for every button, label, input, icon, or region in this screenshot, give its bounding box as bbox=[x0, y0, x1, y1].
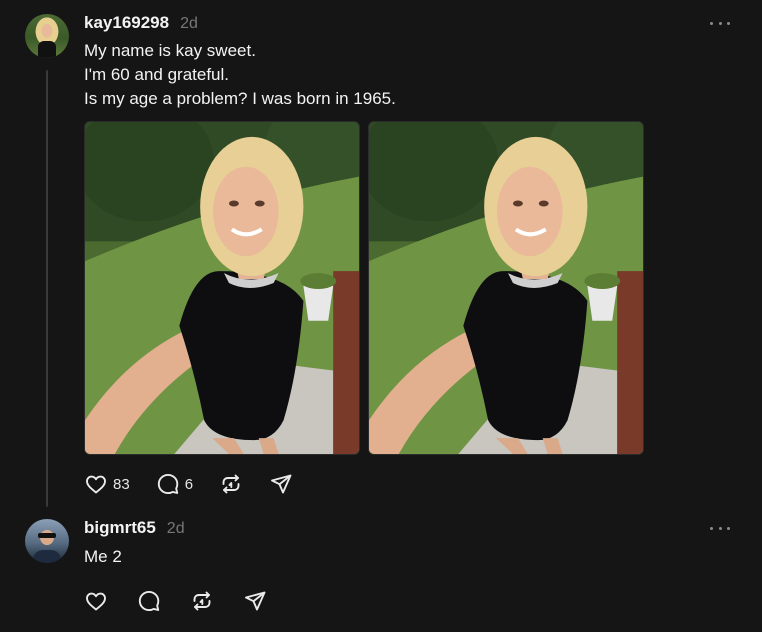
action-bar: 83 6 bbox=[84, 472, 319, 496]
like-button[interactable] bbox=[84, 589, 108, 613]
timestamp: 2d bbox=[166, 520, 185, 537]
more-icon[interactable] bbox=[710, 525, 730, 531]
thread-line bbox=[46, 70, 48, 507]
like-button[interactable]: 83 bbox=[84, 472, 130, 496]
post-photo[interactable] bbox=[84, 121, 360, 455]
post-header: bigmrt65 2d bbox=[84, 518, 185, 538]
username[interactable]: kay169298 bbox=[84, 13, 169, 33]
post-text-line: I'm 60 and grateful. bbox=[84, 65, 229, 84]
timestamp: 2d bbox=[180, 15, 198, 32]
heart-icon bbox=[86, 592, 106, 611]
repost-button[interactable] bbox=[190, 589, 214, 613]
heart-icon bbox=[86, 475, 106, 494]
comment-icon bbox=[157, 473, 178, 495]
share-button[interactable] bbox=[243, 589, 267, 613]
post-header: kay169298 2d bbox=[84, 13, 198, 33]
reply-button[interactable]: 6 bbox=[156, 472, 193, 496]
like-count: 83 bbox=[113, 475, 130, 493]
avatar[interactable] bbox=[25, 519, 69, 563]
post-photo[interactable] bbox=[368, 121, 644, 455]
post-kay169298: kay169298 2d My name is kay sweet. I'm 6… bbox=[0, 0, 762, 507]
username[interactable]: bigmrt65 bbox=[84, 518, 156, 538]
repost-icon bbox=[222, 474, 240, 494]
post-bigmrt65: bigmrt65 2d Me 2 bbox=[0, 505, 762, 632]
repost-icon bbox=[193, 591, 211, 611]
share-button[interactable] bbox=[269, 472, 293, 496]
avatar[interactable] bbox=[25, 14, 69, 58]
action-bar bbox=[84, 589, 296, 613]
more-icon[interactable] bbox=[710, 20, 730, 26]
reply-count: 6 bbox=[184, 475, 194, 493]
reply-button[interactable] bbox=[137, 589, 161, 613]
repost-button[interactable] bbox=[219, 472, 243, 496]
post-text-line: Me 2 bbox=[84, 547, 122, 566]
comment-icon bbox=[138, 590, 160, 612]
post-text-line: My name is kay sweet. bbox=[84, 41, 256, 60]
post-text: Me 2 bbox=[84, 545, 122, 569]
post-text-line: Is my age a problem? I was born in 1965. bbox=[84, 89, 396, 108]
post-text: My name is kay sweet. I'm 60 and gratefu… bbox=[84, 39, 396, 111]
share-icon bbox=[245, 591, 266, 611]
share-icon bbox=[271, 474, 292, 494]
